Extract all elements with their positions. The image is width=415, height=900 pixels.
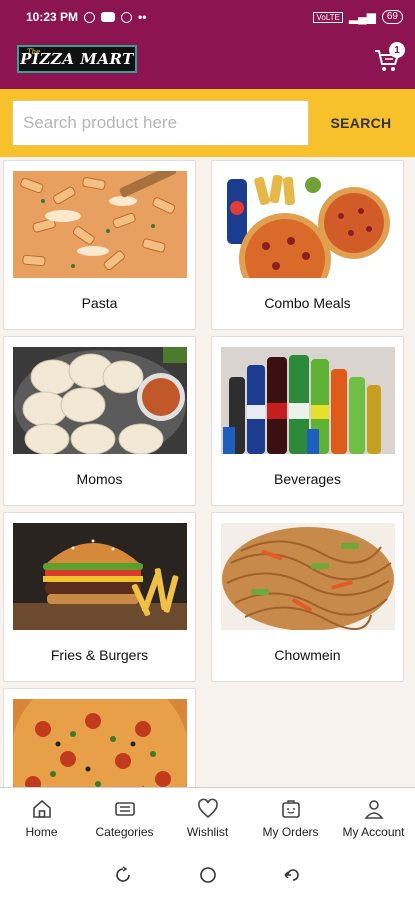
category-card-pasta[interactable]: Pasta [3, 160, 196, 330]
category-label-combo-meals: Combo Meals [264, 295, 351, 311]
cart-count-badge: 1 [389, 42, 405, 58]
status-time: 10:23 PM [26, 10, 79, 24]
home-circle-icon[interactable] [198, 865, 218, 885]
chowmein-image [221, 523, 395, 630]
category-card-combo-meals[interactable]: Combo Meals [211, 160, 404, 330]
orders-icon [281, 800, 300, 818]
category-label-chowmein: Chowmein [274, 647, 341, 663]
home-icon [32, 799, 51, 818]
category-card-beverages[interactable]: Beverages [211, 336, 404, 506]
pizza-image [13, 699, 187, 787]
nav-home[interactable]: Home [0, 788, 83, 849]
pasta-image [13, 171, 187, 278]
volte-icon: VoLTE [313, 11, 343, 23]
nav-categories-label: Categories [95, 825, 154, 839]
categories-icon [114, 802, 135, 816]
app-bar: The PIZZA MART 1 [0, 34, 415, 89]
nav-home-label: Home [25, 825, 58, 839]
clock-icon [84, 11, 96, 23]
search-band: SEARCH [0, 89, 415, 157]
nav-wishlist[interactable]: Wishlist [166, 788, 249, 849]
category-card-pizza[interactable] [3, 688, 196, 787]
search-input[interactable] [12, 100, 309, 146]
category-card-chowmein[interactable]: Chowmein [211, 512, 404, 682]
pizza-mart-logo[interactable]: The PIZZA MART [17, 45, 137, 73]
youtube-icon [101, 12, 116, 22]
heart-icon [197, 798, 218, 819]
nav-my-orders[interactable]: My Orders [249, 788, 332, 849]
category-label-fries-burgers: Fries & Burgers [50, 647, 149, 663]
nav-categories[interactable]: Categories [83, 788, 166, 849]
notification-icon [121, 11, 133, 23]
category-label-momos: Momos [76, 471, 123, 487]
fries-burgers-image [13, 523, 187, 630]
momos-image [13, 347, 187, 454]
logo-the-text: The [27, 48, 41, 56]
account-icon [363, 800, 384, 819]
recent-apps-icon[interactable] [113, 865, 133, 885]
cart-button[interactable]: 1 [373, 42, 405, 74]
category-grid: Pasta Combo Meals Momos Beverages Fries … [0, 157, 415, 787]
nav-wishlist-label: Wishlist [186, 825, 229, 839]
nav-my-account[interactable]: My Account [332, 788, 415, 849]
system-nav-bar [0, 849, 415, 900]
search-button[interactable]: SEARCH [316, 100, 406, 146]
beverages-image [221, 347, 395, 454]
category-label-beverages: Beverages [274, 471, 341, 487]
status-bar: 10:23 PM •• VoLTE ▂▄▆ 69 [0, 0, 415, 34]
back-icon[interactable] [283, 865, 303, 885]
battery-indicator: 69 [381, 10, 403, 24]
more-notifications-icon: •• [138, 10, 147, 24]
category-card-momos[interactable]: Momos [3, 336, 196, 506]
category-card-fries-burgers[interactable]: Fries & Burgers [3, 512, 196, 682]
signal-icon: ▂▄▆ [348, 10, 376, 24]
combo-meals-image [221, 171, 395, 278]
bottom-nav: Home Categories Wishlist My Orders My Ac… [0, 787, 415, 849]
nav-my-account-label: My Account [342, 825, 405, 839]
category-label-pasta: Pasta [81, 295, 118, 311]
nav-my-orders-label: My Orders [262, 825, 319, 839]
